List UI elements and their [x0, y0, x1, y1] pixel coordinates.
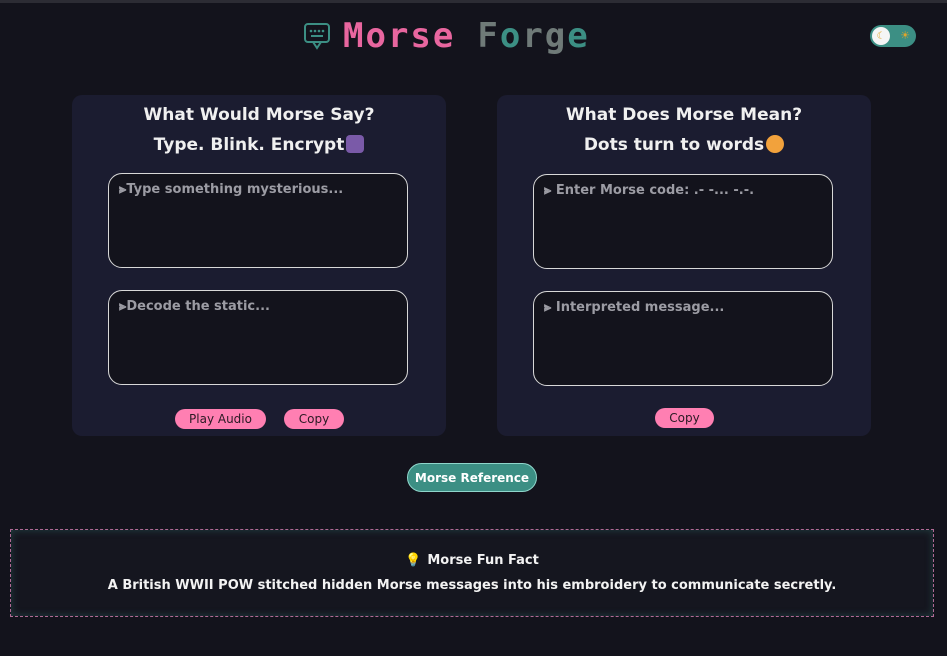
title-letter: o [499, 16, 523, 56]
decoder-subtitle: Dots turn to words [497, 135, 871, 155]
app-title-part1: Morse [343, 16, 456, 56]
encoder-title: What Would Morse Say? [143, 105, 375, 125]
decoder-panel: What Does Morse Mean? Dots turn to words… [497, 95, 871, 436]
title-letter: e [567, 16, 590, 56]
fun-fact-heading: 💡 Morse Fun Fact [11, 553, 933, 568]
play-audio-button[interactable]: Play Audio [175, 409, 266, 429]
lightbulb-icon: 💡 [405, 553, 422, 568]
text-output[interactable] [533, 291, 833, 386]
morse-reference-button[interactable]: Morse Reference [407, 463, 537, 492]
chat-icon [304, 23, 330, 50]
app-header: Morse Forge ☾ ☀ [0, 14, 947, 56]
encoder-subtitle: Type. Blink. Encrypt [72, 135, 446, 155]
encoder-panel: What Would Morse Say? Type. Blink. Encry… [72, 95, 446, 436]
app-title-part2: Forge [477, 16, 589, 56]
fun-fact-card: 💡 Morse Fun Fact A British WWII POW stitc… [10, 529, 934, 617]
encoder-subtitle-text: Type. Blink. Encrypt [153, 135, 345, 155]
text-input[interactable] [108, 173, 408, 268]
window-top-border [0, 0, 947, 3]
wizard-icon [346, 135, 365, 153]
decoder-title: What Does Morse Mean? [565, 105, 803, 125]
copy-text-button[interactable]: Copy [655, 408, 714, 428]
morse-output[interactable] [108, 290, 408, 385]
sun-icon: ☀ [900, 29, 910, 42]
moon-icon: ☾ [872, 27, 890, 45]
flushed-face-icon [766, 135, 785, 153]
app-title: Morse Forge [343, 16, 590, 56]
morse-input[interactable] [533, 174, 833, 269]
decoder-subtitle-text: Dots turn to words [583, 135, 765, 155]
title-letter: rg [522, 16, 568, 56]
theme-toggle[interactable]: ☾ ☀ [870, 25, 916, 47]
fun-fact-title: Morse Fun Fact [427, 553, 539, 568]
copy-morse-button[interactable]: Copy [284, 409, 344, 429]
fun-fact-text: A British WWII POW stitched hidden Morse… [107, 578, 837, 593]
title-letter: F [477, 16, 500, 56]
logo: Morse Forge [303, 16, 590, 56]
